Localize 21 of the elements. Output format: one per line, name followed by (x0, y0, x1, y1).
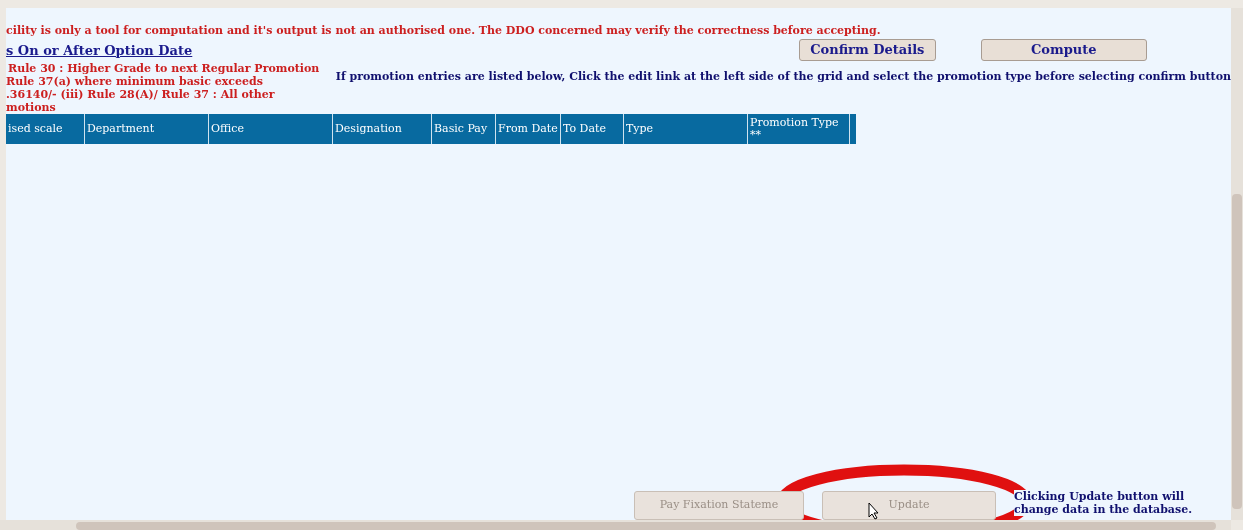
instruction-text: If promotion entries are listed below, Click the edit link at the left side of the grid and select the promotion type before selecting confirm button (335, 69, 1231, 85)
column-header: To Date (561, 114, 624, 144)
option-date-link[interactable]: s On or After Option Date (6, 42, 193, 60)
rule-note-text: .36140/- (iii) Rule 28(A)/ Rule 37 : All other (6, 88, 276, 101)
horizontal-scrollbar[interactable] (0, 520, 1231, 530)
rule-note-text: Rule 37(a) where minimum basic exceeds (6, 75, 264, 88)
disclaimer-text: cility is only a tool for computation and it's output is not an authorised one. The DDO concerned may verify the correctness before accepting. (6, 23, 882, 39)
column-header: Basic Pay (432, 114, 496, 144)
vertical-scrollbar[interactable] (1231, 8, 1243, 520)
column-header: Department (85, 114, 209, 144)
column-header: Designation (333, 114, 432, 144)
column-header: Type (624, 114, 748, 144)
column-header: From Date (496, 114, 561, 144)
compute-button[interactable]: Compute (980, 39, 1147, 61)
column-header: Promotion Type ** (748, 114, 850, 144)
column-header: Office (209, 114, 333, 144)
column-header: ised scale (6, 114, 85, 144)
mouse-cursor-icon (868, 502, 880, 520)
rule-note-text: Rule 30 : Higher Grade to next Regular Promotion (8, 62, 321, 75)
confirm-details-button[interactable]: Confirm Details (798, 39, 936, 61)
rule-note-text: motions (6, 101, 57, 114)
